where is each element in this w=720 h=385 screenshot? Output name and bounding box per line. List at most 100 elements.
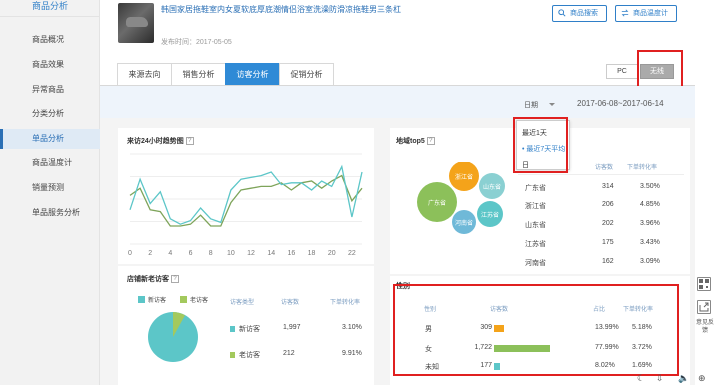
share-glyph bbox=[699, 302, 709, 312]
region-row-name: 山东省 bbox=[525, 222, 546, 229]
moon-icon[interactable]: ☾ bbox=[637, 373, 645, 384]
product-search-button[interactable]: 商品搜索 bbox=[552, 5, 607, 22]
zoom-icon[interactable]: ⊕ bbox=[698, 373, 706, 384]
bubble-label: 广东省 bbox=[428, 199, 446, 207]
newold-pie bbox=[148, 312, 198, 362]
trend-title: 来访24小时趋势图? bbox=[127, 136, 194, 146]
x-tick-label: 18 bbox=[308, 250, 316, 257]
x-tick-label: 8 bbox=[209, 250, 213, 257]
speaker-icon[interactable]: 🔈 bbox=[678, 373, 689, 384]
newold-row-visitors: 1,997 bbox=[283, 324, 301, 331]
product-title[interactable]: 韩国家居拖鞋室内女夏软底厚底潮情侣浴室洗澡防滑凉拖鞋男三条杠 bbox=[161, 4, 401, 15]
tab-sales[interactable]: 销售分析 bbox=[171, 63, 226, 86]
region-row-visitors: 162 bbox=[602, 258, 614, 265]
region-row-rate: 4.85% bbox=[640, 201, 660, 208]
bubble-label: 山东省 bbox=[483, 183, 501, 191]
x-tick-label: 12 bbox=[247, 250, 255, 257]
help-icon[interactable]: ? bbox=[426, 137, 435, 146]
sidebar-title: 商品分析 bbox=[0, 0, 100, 17]
sidebar-item-service[interactable]: 单品服务分析 bbox=[0, 203, 100, 223]
highlight-gender-box bbox=[393, 284, 679, 376]
legend-old-swatch bbox=[180, 296, 187, 303]
sidebar-item-category[interactable]: 分类分析 bbox=[0, 104, 100, 124]
trend-line-secondary bbox=[129, 174, 363, 227]
x-tick-label: 10 bbox=[227, 250, 235, 257]
newold-row-visitors: 212 bbox=[283, 350, 295, 357]
sidebar: 商品分析 商品概况 商品效果 异常商品 分类分析 单品分析 商品温度计 销量预测… bbox=[0, 0, 100, 385]
region-row-rate: 3.09% bbox=[640, 258, 660, 265]
region-row-rate: 3.96% bbox=[640, 220, 660, 227]
region-header-rate: 下单转化率 bbox=[627, 165, 658, 171]
newold-header-visitors: 访客数 bbox=[281, 300, 300, 306]
product-thermometer-button[interactable]: 商品温度计 bbox=[615, 5, 677, 22]
x-tick-label: 20 bbox=[328, 250, 336, 257]
newold-row-type: 老访客 bbox=[239, 352, 260, 359]
trend-line-primary bbox=[129, 164, 363, 225]
region-row-name: 江苏省 bbox=[525, 241, 546, 248]
newold-header-type: 访客类型 bbox=[230, 300, 255, 306]
legend-new-label: 新访客 bbox=[148, 298, 167, 304]
bubble-label: 浙江省 bbox=[455, 173, 473, 181]
trend-card: 来访24小时趋势图? 0 2 4 6 8 10 12 14 16 18 20 22 bbox=[118, 128, 374, 264]
download-icon[interactable]: ⇩ bbox=[656, 373, 664, 384]
chevron-down-icon[interactable] bbox=[549, 103, 555, 106]
x-tick-label: 6 bbox=[189, 250, 193, 257]
x-tick-label: 22 bbox=[348, 250, 356, 257]
x-tick-label: 4 bbox=[168, 250, 172, 257]
region-row-rate: 3.50% bbox=[640, 183, 660, 190]
highlight-date-box bbox=[513, 117, 568, 173]
region-row-name: 广东省 bbox=[525, 185, 546, 192]
help-icon[interactable]: ? bbox=[171, 275, 179, 284]
date-range: 2017-06-08~2017-06-14 bbox=[577, 99, 664, 108]
newold-header-rate: 下单转化率 bbox=[330, 300, 361, 306]
tab-source[interactable]: 来源去向 bbox=[117, 63, 172, 86]
region-header-visitors: 访客数 bbox=[595, 165, 614, 171]
region-row-visitors: 206 bbox=[602, 201, 614, 208]
x-tick-label: 16 bbox=[287, 250, 295, 257]
product-publish-date: 发布时间：2017-05-05 bbox=[161, 39, 232, 46]
bubble-label: 江苏省 bbox=[481, 211, 499, 219]
newold-card: 店铺新老访客? 新访客 老访客 访客类型 访客数 下单转化率 新访客 1,997… bbox=[118, 266, 374, 385]
newold-row-rate: 9.91% bbox=[342, 350, 362, 357]
newold-row-type: 新访客 bbox=[239, 326, 260, 333]
qrcode-icon[interactable] bbox=[697, 277, 711, 291]
x-tick-label: 2 bbox=[148, 250, 152, 257]
device-pc-toggle[interactable]: PC bbox=[606, 64, 638, 79]
newold-title: 店铺新老访客? bbox=[127, 274, 179, 284]
swap-icon bbox=[621, 9, 629, 17]
tab-visitors[interactable]: 访客分析 bbox=[225, 63, 280, 86]
product-thermometer-label: 商品温度计 bbox=[633, 10, 668, 17]
sidebar-item-single[interactable]: 单品分析 bbox=[0, 129, 100, 149]
sidebar-item-overview[interactable]: 商品概况 bbox=[0, 30, 100, 50]
region-title: 地域top5? bbox=[396, 136, 435, 146]
help-icon[interactable]: ? bbox=[185, 137, 194, 146]
date-select[interactable]: 日期 bbox=[524, 100, 538, 110]
bubble-label: 河南省 bbox=[455, 219, 473, 227]
region-row-visitors: 202 bbox=[602, 220, 614, 227]
newold-row-rate: 3.10% bbox=[342, 324, 362, 331]
region-row-rate: 3.43% bbox=[640, 239, 660, 246]
product-thumbnail[interactable] bbox=[118, 3, 154, 43]
divider bbox=[518, 174, 684, 175]
product-search-label: 商品搜索 bbox=[570, 10, 598, 17]
region-row-name: 浙江省 bbox=[525, 203, 546, 210]
sidebar-item-abnormal[interactable]: 异常商品 bbox=[0, 80, 100, 100]
sidebar-item-thermometer[interactable]: 商品温度计 bbox=[0, 153, 100, 173]
sidebar-item-forecast[interactable]: 销量预测 bbox=[0, 178, 100, 198]
legend-new-swatch bbox=[138, 296, 145, 303]
sidebar-item-effect[interactable]: 商品效果 bbox=[0, 55, 100, 75]
trend-chart: 0 2 4 6 8 10 12 14 16 18 20 22 bbox=[128, 153, 363, 257]
tab-promotion[interactable]: 促销分析 bbox=[279, 63, 334, 86]
share-icon[interactable] bbox=[697, 300, 711, 314]
region-row-visitors: 314 bbox=[602, 183, 614, 190]
feedback-link[interactable]: 意见反馈 bbox=[695, 319, 715, 335]
region-bubble-chart: 浙江省 山东省 广东省 江苏省 河南省 bbox=[417, 162, 505, 234]
qrcode-glyph bbox=[699, 279, 709, 289]
region-row-visitors: 175 bbox=[602, 239, 614, 246]
row-old-swatch bbox=[230, 352, 235, 358]
row-new-swatch bbox=[230, 326, 235, 332]
x-tick-label: 14 bbox=[267, 250, 275, 257]
search-icon bbox=[558, 9, 566, 17]
legend-old-label: 老访客 bbox=[190, 298, 209, 304]
x-tick-label: 0 bbox=[128, 250, 132, 257]
